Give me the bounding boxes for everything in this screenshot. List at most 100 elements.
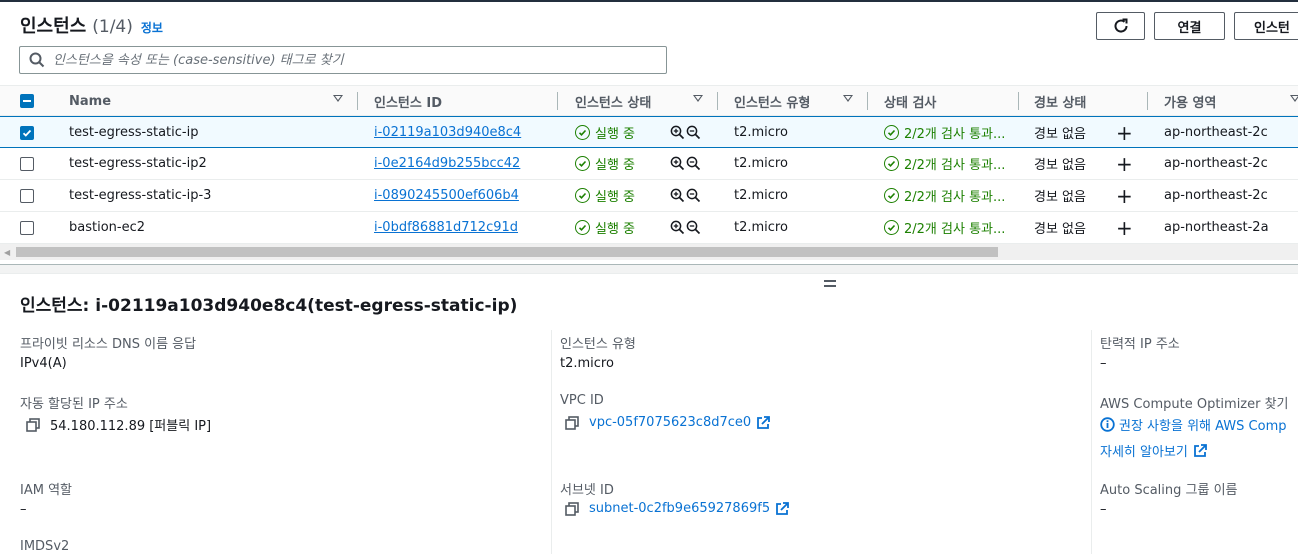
instance-name: bastion-ec2 [69,220,146,235]
table-row[interactable]: bastion-ec2 i-0bdf86881d712c91d 실행 중 t2.mic… [0,212,1298,244]
column-divider [357,92,358,110]
copy-icon[interactable] [26,417,40,432]
add-alarm-icon[interactable]: + [1116,180,1133,211]
column-divider [717,92,718,110]
status-check: 2/2개 검사 통과... [884,212,1005,243]
resize-handle-icon[interactable] [824,280,836,290]
compute-optimizer-value: 권장 사항을 위해 AWS Comp [1100,415,1286,434]
table-row[interactable]: test-egress-static-ip-3 i-0890245500ef606… [0,180,1298,212]
select-all-checkbox[interactable] [20,86,34,116]
instance-state-text: 실행 중 [595,127,636,142]
row-checkbox[interactable] [20,148,34,179]
zoom-out-icon[interactable] [686,212,701,243]
learn-more-link[interactable]: 자세히 알아보기 [1100,441,1188,460]
sort-icon[interactable] [843,95,853,102]
split-panel-divider[interactable] [0,264,1298,274]
instance-id-link[interactable]: i-0e2164d9b255bcc42 [374,156,520,171]
auto-ip-text: 54.180.112.89 [퍼블릭 IP] [50,419,212,434]
availability-zone: ap-northeast-2a [1164,220,1269,235]
table-row[interactable]: test-egress-static-ip2 i-0e2164d9b255bcc4… [0,148,1298,180]
iam-role-value: – [20,502,27,517]
status-check-text: 2/2개 검사 통과... [904,190,1006,205]
horizontal-scrollbar[interactable]: ◀ [0,244,1298,260]
instance-id-link[interactable]: i-0bdf86881d712c91d [374,220,518,235]
vpc-id-value: vpc-05f7075623c8d7ce0 [565,415,771,430]
instance-id-link[interactable]: i-0890245500ef606b4 [374,188,519,203]
column-header-instance-id[interactable]: 인스턴스 ID [374,86,442,116]
availability-zone: ap-northeast-2c [1164,156,1268,171]
zoom-in-icon[interactable] [670,148,685,179]
success-icon [575,156,590,171]
instance-type: t2.micro [734,156,788,171]
zoom-out-icon[interactable] [686,148,701,179]
instance-state-text: 실행 중 [595,222,636,237]
connect-button[interactable]: 연결 [1154,12,1225,40]
column-divider [557,92,558,110]
table-header: Name 인스턴스 ID 인스턴스 상태 인스턴스 유형 상태 검사 경보 상태… [0,85,1298,116]
zoom-out-icon[interactable] [686,180,701,211]
search-input[interactable] [53,52,653,68]
sort-icon[interactable] [1290,95,1298,102]
dns-value: IPv4(A) [20,356,67,371]
add-alarm-icon[interactable]: + [1116,117,1133,148]
zoom-in-icon[interactable] [670,117,685,148]
instance-count: (1/4) [92,17,133,37]
add-alarm-icon[interactable]: + [1116,212,1133,243]
external-link-icon[interactable] [775,501,789,516]
info-link[interactable]: 정보 [141,19,163,36]
copy-icon[interactable] [565,415,579,430]
checkbox[interactable] [20,188,34,203]
checkbox[interactable] [20,220,34,235]
column-header-status-check[interactable]: 상태 검사 [884,86,936,116]
instance-state-button[interactable]: 인스턴 [1234,12,1298,40]
instance-type-label: 인스턴스 유형 [560,337,636,352]
zoom-out-icon[interactable] [686,117,701,148]
column-divider [1147,92,1148,110]
column-divider [1018,92,1019,110]
instance-state: 실행 중 [575,117,635,148]
add-alarm-icon[interactable]: + [1116,148,1133,179]
external-link-icon[interactable] [1193,443,1207,458]
instance-state: 실행 중 [575,212,635,243]
search-icon [29,52,45,68]
success-icon [884,156,899,171]
info-icon [1100,417,1115,432]
checkbox[interactable] [20,156,34,171]
compute-optimizer-label: AWS Compute Optimizer 찾기 [1100,397,1289,412]
instance-id-link[interactable]: i-02119a103d940e8c4 [374,125,521,140]
column-header-alarm-status[interactable]: 경보 상태 [1034,86,1086,116]
scroll-left-icon[interactable]: ◀ [4,248,10,257]
column-header-instance-state[interactable]: 인스턴스 상태 [575,86,651,116]
elastic-ip-value: – [1100,356,1107,371]
row-checkbox[interactable] [20,180,34,211]
details-title: 인스턴스: i-02119a103d940e8c4(test-egress-st… [20,296,518,316]
dns-label: 프라이빗 리소스 DNS 이름 응답 [20,337,197,352]
sort-icon[interactable] [693,95,703,102]
elastic-ip-label: 탄력적 IP 주소 [1100,337,1180,352]
alarm-status: 경보 없음 [1034,127,1086,142]
subnet-id-link[interactable]: subnet-0c2fb9e65927869f5 [589,501,770,516]
table-row[interactable]: test-egress-static-ip i-02119a103d940e8c4… [0,116,1298,148]
instance-type: t2.micro [734,188,788,203]
refresh-button[interactable] [1096,12,1145,40]
zoom-in-icon[interactable] [670,180,685,211]
checkbox[interactable] [20,125,34,140]
column-header-availability-zone[interactable]: 가용 영역 [1164,86,1216,116]
instance-type: t2.micro [734,220,788,235]
copy-icon[interactable] [565,501,579,516]
row-checkbox[interactable] [20,212,34,243]
row-checkbox[interactable] [20,117,34,148]
auto-ip-value: 54.180.112.89 [퍼블릭 IP] [26,415,211,434]
column-header-instance-type[interactable]: 인스턴스 유형 [734,86,810,116]
compute-optimizer-text: 권장 사항을 위해 AWS Comp [1119,419,1287,434]
zoom-in-icon[interactable] [670,212,685,243]
scrollbar-thumb[interactable] [16,247,998,257]
column-header-name[interactable]: Name [69,86,111,116]
asg-name-label: Auto Scaling 그룹 이름 [1100,483,1238,498]
vpc-id-link[interactable]: vpc-05f7075623c8d7ce0 [589,415,751,430]
instance-state-text: 실행 중 [595,190,636,205]
sort-icon[interactable] [333,95,343,102]
availability-zone: ap-northeast-2c [1164,125,1268,140]
instance-state: 실행 중 [575,180,635,211]
external-link-icon[interactable] [756,415,771,430]
